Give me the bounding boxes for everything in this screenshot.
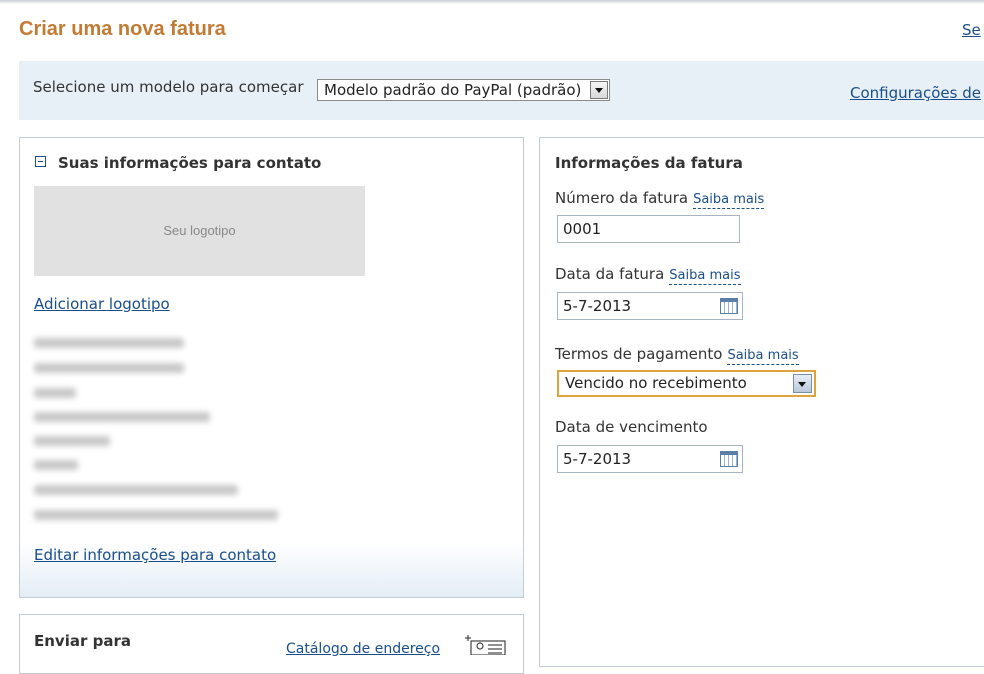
invoice-number-label: Número da fatura Saiba mais <box>555 189 765 209</box>
calendar-icon[interactable] <box>720 451 738 467</box>
chevron-down-icon[interactable] <box>590 81 608 99</box>
top-right-link[interactable]: Se <box>962 21 981 39</box>
logo-placeholder-text: Seu logotipo <box>163 223 236 238</box>
payment-terms-value: Vencido no recebimento <box>565 374 747 392</box>
page-title: Criar uma nova fatura <box>19 18 226 40</box>
invoice-info-title: Informações da fatura <box>555 154 743 172</box>
address-book-link[interactable]: Catálogo de endereço <box>286 641 440 657</box>
calendar-icon[interactable] <box>720 298 738 314</box>
send-to-title: Enviar para <box>34 632 131 650</box>
due-date-value: 5-7-2013 <box>563 450 632 468</box>
payment-terms-label: Termos de pagamento Saiba mais <box>555 345 799 365</box>
invoice-date-learn-more[interactable]: Saiba mais <box>669 268 741 285</box>
contact-info-panel: Suas informações para contato Seu logoti… <box>19 137 524 598</box>
invoice-date-label-text: Data da fatura <box>555 265 665 283</box>
template-label: Selecione um modelo para começar <box>33 78 304 96</box>
settings-link[interactable]: Configurações de <box>850 84 981 102</box>
payment-terms-label-text: Termos de pagamento <box>555 345 723 363</box>
invoice-number-learn-more[interactable]: Saiba mais <box>693 192 765 209</box>
payment-terms-select[interactable]: Vencido no recebimento <box>557 370 816 397</box>
top-edge <box>0 0 984 4</box>
template-bar: Selecione um modelo para começar Modelo … <box>19 61 984 120</box>
invoice-number-input[interactable]: 0001 <box>557 215 740 243</box>
collapse-minus-icon[interactable] <box>35 156 46 167</box>
invoice-date-value: 5-7-2013 <box>563 297 632 315</box>
payment-terms-learn-more[interactable]: Saiba mais <box>727 348 799 365</box>
add-logo-link[interactable]: Adicionar logotipo <box>34 295 170 313</box>
template-select-value: Modelo padrão do PayPal (padrão) <box>324 81 582 99</box>
send-to-panel: Enviar para Catálogo de endereço <box>19 614 524 674</box>
template-select[interactable]: Modelo padrão do PayPal (padrão) <box>317 79 610 101</box>
invoice-date-input[interactable]: 5-7-2013 <box>557 292 743 320</box>
logo-placeholder: Seu logotipo <box>34 186 365 276</box>
invoice-date-label: Data da fatura Saiba mais <box>555 265 741 285</box>
due-date-input[interactable]: 5-7-2013 <box>557 445 743 473</box>
invoice-info-panel: Informações da fatura Número da fatura Sa… <box>539 137 984 667</box>
invoice-number-label-text: Número da fatura <box>555 189 689 207</box>
edit-contact-link[interactable]: Editar informações para contato <box>34 546 276 564</box>
due-date-label: Data de vencimento <box>555 418 708 436</box>
chevron-down-icon[interactable] <box>793 374 812 393</box>
contact-info-title: Suas informações para contato <box>58 154 322 172</box>
